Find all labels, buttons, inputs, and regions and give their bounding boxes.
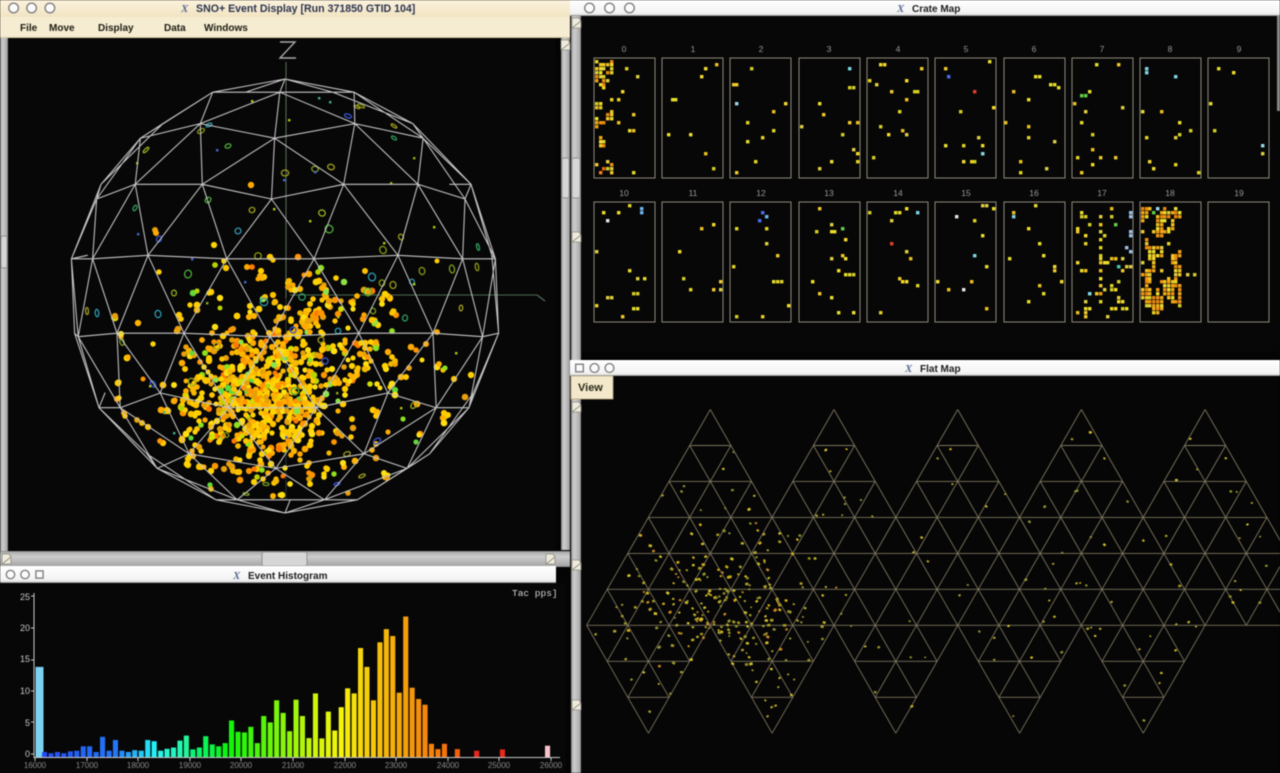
- svg-text:11: 11: [689, 188, 698, 198]
- svg-text:0: 0: [622, 44, 627, 54]
- svg-text:16: 16: [1029, 188, 1039, 198]
- svg-text:20: 20: [20, 623, 30, 633]
- svg-text:10: 10: [20, 686, 30, 696]
- svg-text:25: 25: [20, 592, 30, 602]
- svg-text:8: 8: [1168, 44, 1173, 54]
- svg-text:4: 4: [896, 44, 901, 54]
- svg-text:Flat Map: Flat Map: [920, 364, 961, 375]
- svg-text:15: 15: [20, 654, 30, 664]
- svg-text:15: 15: [961, 188, 971, 198]
- svg-text:X: X: [904, 363, 913, 375]
- svg-text:18: 18: [1165, 188, 1175, 198]
- svg-text:SNO+ Event Display [Run 371850: SNO+ Event Display [Run 371850 GTID 104]: [196, 3, 415, 15]
- svg-text:17: 17: [1097, 188, 1107, 198]
- svg-text:5: 5: [25, 718, 30, 728]
- svg-text:23000: 23000: [385, 761, 408, 770]
- svg-text:File: File: [20, 23, 38, 34]
- svg-text:20000: 20000: [230, 761, 253, 770]
- svg-text:22000: 22000: [334, 761, 357, 770]
- svg-text:2: 2: [759, 44, 764, 54]
- svg-text:1: 1: [691, 44, 696, 54]
- svg-text:X: X: [232, 570, 241, 582]
- svg-text:0: 0: [25, 749, 30, 759]
- svg-text:16000: 16000: [24, 761, 47, 770]
- svg-text:3: 3: [827, 44, 832, 54]
- svg-text:7: 7: [1100, 44, 1105, 54]
- svg-text:26000: 26000: [540, 761, 563, 770]
- svg-text:6: 6: [1032, 44, 1037, 54]
- svg-text:19: 19: [1234, 188, 1244, 198]
- svg-text:Crate Map: Crate Map: [912, 4, 960, 15]
- svg-text:9: 9: [1237, 44, 1242, 54]
- svg-text:Data: Data: [164, 23, 186, 34]
- svg-text:19000: 19000: [179, 761, 202, 770]
- svg-text:Move: Move: [49, 23, 75, 34]
- svg-text:Event Histogram: Event Histogram: [248, 571, 328, 582]
- svg-text:Tac pps]: Tac pps]: [512, 588, 558, 599]
- svg-text:18000: 18000: [127, 761, 150, 770]
- svg-text:10: 10: [619, 188, 629, 198]
- svg-text:5: 5: [964, 44, 969, 54]
- svg-text:21000: 21000: [282, 761, 305, 770]
- svg-text:13: 13: [824, 188, 834, 198]
- svg-text:17000: 17000: [76, 761, 99, 770]
- svg-text:12: 12: [756, 188, 766, 198]
- svg-text:X: X: [896, 3, 905, 15]
- svg-text:Display: Display: [98, 23, 134, 34]
- svg-text:Windows: Windows: [204, 23, 248, 34]
- svg-text:24000: 24000: [437, 761, 460, 770]
- svg-text:14: 14: [893, 188, 903, 198]
- svg-text:X: X: [180, 3, 189, 15]
- svg-text:View: View: [578, 382, 603, 394]
- svg-text:25000: 25000: [488, 761, 511, 770]
